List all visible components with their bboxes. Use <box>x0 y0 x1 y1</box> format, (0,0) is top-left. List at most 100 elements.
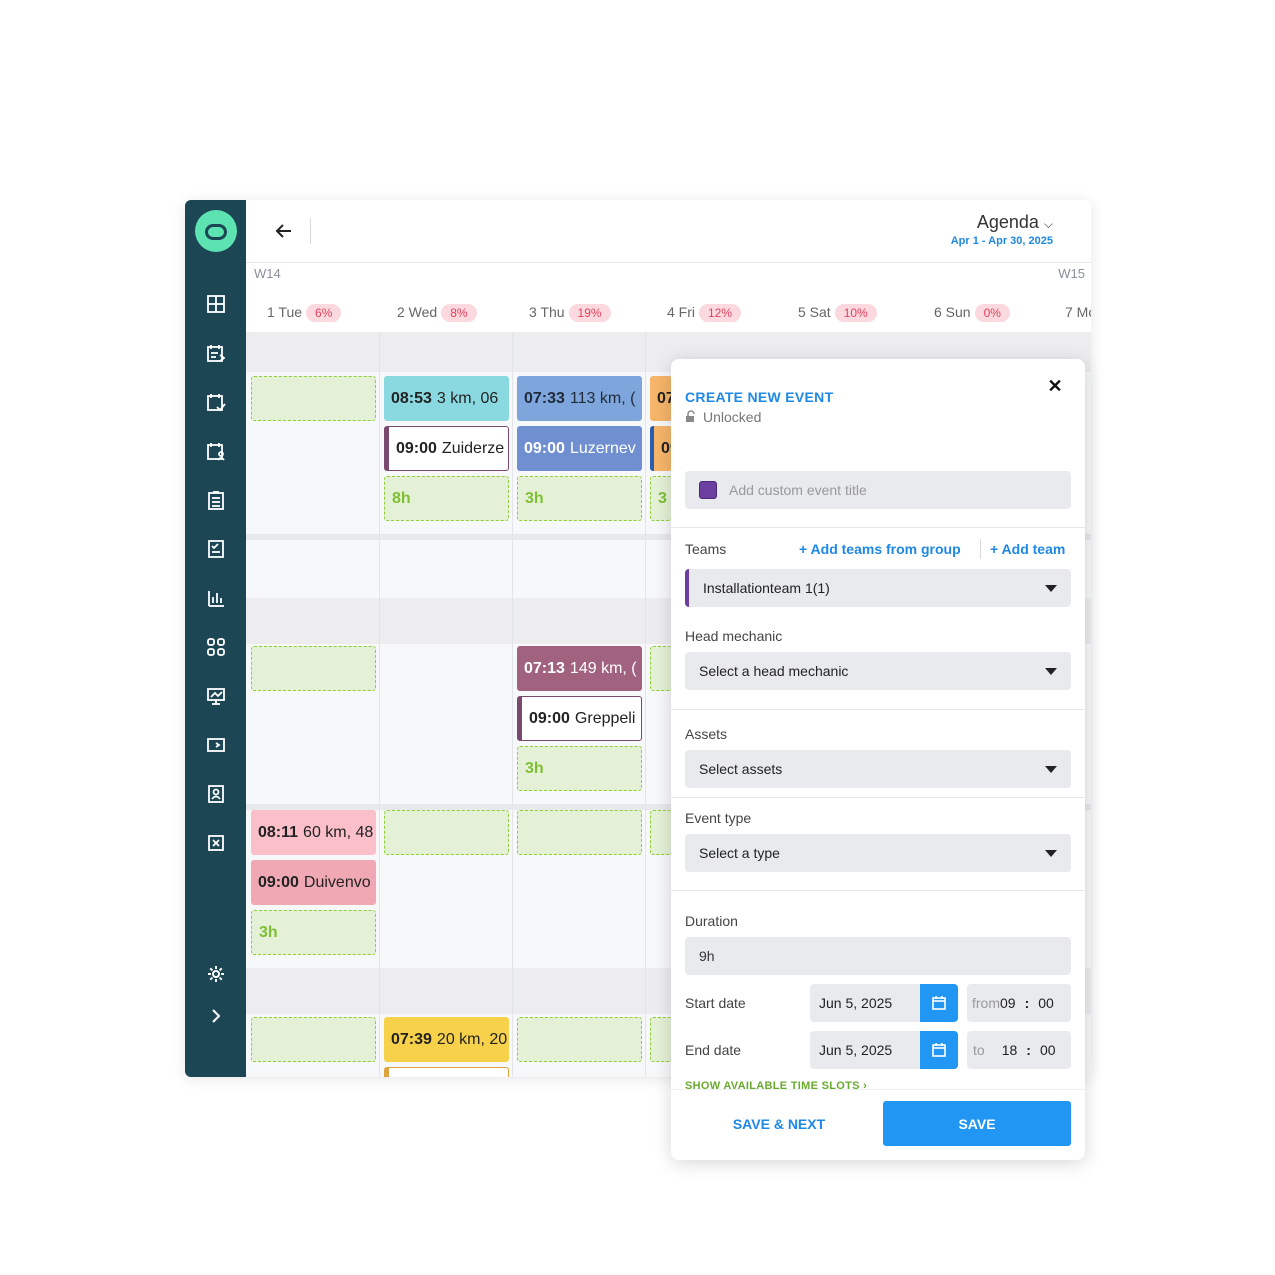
head-mechanic-label: Head mechanic <box>685 628 783 644</box>
show-time-slots-link[interactable]: SHOW AVAILABLE TIME SLOTS › <box>685 1080 867 1092</box>
add-team-link[interactable]: + Add team <box>990 541 1065 557</box>
end-date-value: Jun 5, 2025 <box>819 1042 893 1058</box>
event-card[interactable]: 07:33 113 km, ( <box>517 376 642 421</box>
presentation-icon[interactable] <box>203 683 229 709</box>
chevron-down-icon: ⌵ <box>1043 217 1053 231</box>
event-type-value: Select a type <box>699 845 780 861</box>
event-type-select[interactable]: Select a type <box>685 834 1071 872</box>
day-header[interactable]: 4 Fri 12% <box>667 304 742 322</box>
event-card[interactable]: 09:00 Luzernev <box>517 426 642 471</box>
divider <box>671 890 1085 891</box>
available-slot[interactable]: 3 <box>650 476 672 521</box>
available-slot[interactable] <box>251 1017 376 1062</box>
dashboard-icon[interactable] <box>203 291 229 317</box>
event-card[interactable]: 07:39 20 km, 20 <box>384 1017 509 1062</box>
start-minute[interactable]: 00 <box>1038 995 1054 1011</box>
available-slot[interactable]: 3h <box>517 746 642 791</box>
end-hour[interactable]: 18 <box>1002 1042 1018 1058</box>
caret-down-icon <box>1045 667 1057 675</box>
column-line <box>645 332 646 1077</box>
end-date-label: End date <box>685 1042 742 1058</box>
assets-select[interactable]: Select assets <box>685 750 1071 788</box>
close-icon[interactable]: ✕ <box>1045 376 1065 396</box>
calendar-icon[interactable] <box>920 984 958 1022</box>
available-slot[interactable]: 8h <box>384 476 509 521</box>
contact-card-icon[interactable] <box>203 781 229 807</box>
save-button[interactable]: SAVE <box>883 1101 1071 1146</box>
add-teams-from-group-link[interactable]: + Add teams from group <box>799 541 961 557</box>
event-title-input[interactable]: Add custom event title <box>685 471 1071 509</box>
divider <box>980 539 981 559</box>
planning-icon[interactable] <box>203 340 229 366</box>
duration-input[interactable]: 9h <box>685 937 1071 975</box>
event-card[interactable]: 09:00 Duivenvo <box>251 860 376 905</box>
divider <box>310 218 311 244</box>
caret-down-icon <box>1045 849 1057 857</box>
load-badge: 6% <box>306 304 342 322</box>
back-arrow-icon[interactable] <box>271 218 297 244</box>
ticket-icon[interactable] <box>203 732 229 758</box>
time-separator: : <box>1026 1042 1031 1058</box>
color-swatch[interactable] <box>699 481 717 499</box>
event-title-placeholder: Add custom event title <box>729 482 867 498</box>
day-header-row: 1 Tue 6% 2 Wed 8% 3 Thu 19% 4 Fri 12% 5 Sat 1… <box>246 296 1091 333</box>
checklist-icon[interactable] <box>203 536 229 562</box>
available-slot[interactable] <box>251 376 376 421</box>
end-minute[interactable]: 00 <box>1040 1042 1056 1058</box>
calendar-check-icon[interactable] <box>203 389 229 415</box>
create-event-panel: CREATE NEW EVENT Unlocked ✕ Add custom e… <box>671 359 1085 1160</box>
available-slot[interactable]: 3h <box>251 910 376 955</box>
event-card[interactable]: 09 <box>650 426 672 471</box>
start-date-value: Jun 5, 2025 <box>819 995 893 1011</box>
view-selector[interactable]: Agenda ⌵ Apr 1 - Apr 30, 2025 <box>951 212 1053 247</box>
week-label-w14: W14 <box>254 266 281 281</box>
available-slot[interactable] <box>251 646 376 691</box>
available-slot[interactable] <box>650 810 672 855</box>
load-badge: 0% <box>974 304 1010 322</box>
divider <box>671 527 1085 528</box>
load-badge: 8% <box>441 304 477 322</box>
to-label: to <box>973 1042 985 1058</box>
settings-icon[interactable] <box>203 961 229 987</box>
clipboard-list-icon[interactable] <box>203 487 229 513</box>
end-time-input[interactable]: to 18 : 00 <box>967 1031 1071 1069</box>
day-header[interactable]: 1 Tue 6% <box>267 304 342 322</box>
start-hour[interactable]: 09 <box>1000 995 1016 1011</box>
day-header[interactable]: 2 Wed 8% <box>397 304 477 322</box>
available-slot[interactable] <box>517 1017 642 1062</box>
event-card[interactable]: 09:00 Zuiderze <box>384 426 509 471</box>
day-header[interactable]: 7 Mo <box>1065 304 1091 320</box>
available-slot[interactable] <box>650 1017 672 1062</box>
start-time-input[interactable]: from 09 : 00 <box>967 984 1071 1022</box>
day-header[interactable]: 6 Sun 0% <box>934 304 1010 322</box>
network-icon[interactable] <box>203 634 229 660</box>
lock-status[interactable]: Unlocked <box>685 409 761 425</box>
day-header[interactable]: 5 Sat 10% <box>798 304 877 322</box>
team-select[interactable]: Installationteam 1(1) <box>685 569 1071 607</box>
event-card[interactable]: 08:53 3 km, 06 <box>384 376 509 421</box>
column-line <box>379 332 380 1077</box>
available-slot[interactable] <box>517 810 642 855</box>
event-card[interactable]: 07 <box>650 376 672 421</box>
close-box-icon[interactable] <box>203 830 229 856</box>
event-card[interactable]: 09:00 Greppeli <box>517 696 642 741</box>
available-slot[interactable] <box>384 810 509 855</box>
event-card[interactable]: 08:11 60 km, 48 <box>251 810 376 855</box>
calendar-user-icon[interactable] <box>203 438 229 464</box>
available-slot[interactable]: 3h <box>517 476 642 521</box>
logo[interactable] <box>195 210 237 252</box>
duration-value: 9h <box>699 948 715 964</box>
save-and-next-button[interactable]: SAVE & NEXT <box>685 1101 873 1146</box>
head-mechanic-select[interactable]: Select a head mechanic <box>685 652 1071 690</box>
lock-status-label: Unlocked <box>703 409 762 425</box>
chevron-right-icon[interactable] <box>203 1003 229 1029</box>
chevron-right-icon: › <box>863 1080 868 1092</box>
available-slot[interactable] <box>650 646 672 691</box>
bar-chart-icon[interactable] <box>203 585 229 611</box>
event-card[interactable] <box>384 1067 509 1077</box>
time-separator: : <box>1024 995 1030 1011</box>
event-card[interactable]: 07:13 149 km, ( <box>517 646 642 691</box>
calendar-icon[interactable] <box>920 1031 958 1069</box>
day-header[interactable]: 3 Thu 19% <box>529 304 611 322</box>
head-mechanic-value: Select a head mechanic <box>699 663 849 679</box>
